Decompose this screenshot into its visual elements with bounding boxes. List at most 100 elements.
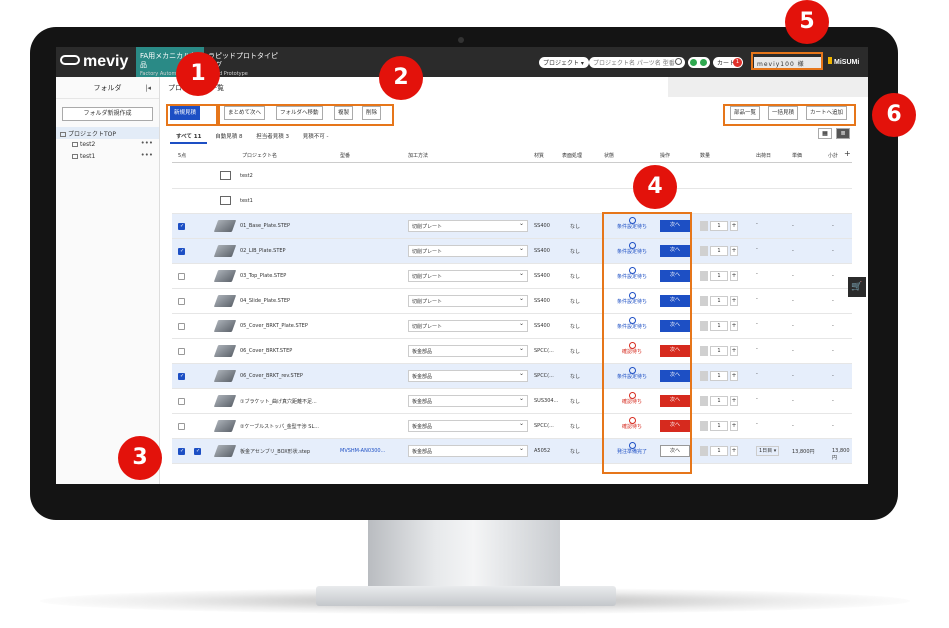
grid-view-icon[interactable]: ▦ xyxy=(818,128,832,139)
method-select[interactable]: 切削プレート xyxy=(408,270,528,282)
folder-row[interactable]: test2 xyxy=(172,164,852,189)
row-checkbox[interactable] xyxy=(178,298,185,305)
list-view-icon[interactable]: ≣ xyxy=(836,128,850,139)
table-row[interactable]: 03_Top_Plate.STEP切削プレートSS400なし条件設定待ち次へ1+… xyxy=(172,264,852,289)
part-thumbnail[interactable] xyxy=(213,445,237,457)
part-name[interactable]: ①ブラケット_曲げ真穴距離不足... xyxy=(240,398,317,405)
table-row[interactable]: 板金アセンブリ_BOX形状.step MVSHM-AN0300... 板金部品 A50… xyxy=(172,439,852,464)
part-number-link[interactable]: MVSHM-AN0300... xyxy=(340,448,385,454)
part-name[interactable]: 01_Base_Plate.STEP xyxy=(240,223,290,229)
tab-not-quotable[interactable]: 見積不可 - xyxy=(297,132,335,144)
select-all-checkbox[interactable]: 5点 xyxy=(178,152,186,159)
part-thumbnail[interactable] xyxy=(213,220,237,232)
table-row[interactable]: 05_Cover_BRKT_Plate.STEP切削プレートSS400なし条件設… xyxy=(172,314,852,339)
folder-name[interactable]: test1 xyxy=(240,198,253,204)
search-input[interactable]: プロジェクト名 パーツ名 型番 xyxy=(589,57,685,68)
method-select[interactable]: 板金部品 xyxy=(408,420,528,432)
part-thumbnail[interactable] xyxy=(213,345,237,357)
row-checkbox[interactable] xyxy=(178,273,185,280)
quantity-field[interactable]: 1 xyxy=(710,271,728,281)
search-icon[interactable] xyxy=(675,58,682,65)
column-part-no[interactable]: 型番 xyxy=(340,152,350,159)
meviy-logo[interactable]: meviy xyxy=(60,53,128,71)
quantity-field[interactable]: 1 xyxy=(710,396,728,406)
part-name[interactable]: 板金アセンブリ_BOX形状.step xyxy=(240,448,310,455)
table-row[interactable]: 06_Cover_BRKT.STEP板金部品SPCC(...なし確認待ち次へ1+… xyxy=(172,339,852,364)
column-surface[interactable]: 表面処理 xyxy=(562,152,582,159)
qty-increment[interactable]: + xyxy=(730,321,738,331)
qty-decrement[interactable] xyxy=(700,346,708,356)
row-checkbox[interactable] xyxy=(178,398,185,405)
tab-staff-quote[interactable]: 担当者見積 3 xyxy=(250,132,295,144)
qty-increment[interactable]: + xyxy=(730,246,738,256)
quantity-field[interactable]: 1 xyxy=(710,246,728,256)
qty-decrement[interactable] xyxy=(700,321,708,331)
quantity-field[interactable]: 1 xyxy=(710,371,728,381)
qty-decrement[interactable] xyxy=(700,271,708,281)
qty-increment[interactable]: + xyxy=(730,396,738,406)
column-status[interactable]: 状態 xyxy=(604,152,614,159)
quantity-field[interactable]: 1 xyxy=(710,221,728,231)
part-name[interactable]: ②ケーブルストッパ_金型干渉 SL... xyxy=(240,423,319,430)
table-row[interactable]: 02_LIB_Plate.STEP切削プレートSS400なし条件設定待ち次へ1+… xyxy=(172,239,852,264)
row-checkbox[interactable] xyxy=(178,248,185,255)
method-select[interactable]: 切削プレート xyxy=(408,220,528,232)
qty-increment[interactable]: + xyxy=(730,446,738,456)
table-row[interactable]: 06_Cover_BRKT_rev.STEP板金部品SPCC(...なし条件設定… xyxy=(172,364,852,389)
part-thumbnail[interactable] xyxy=(213,395,237,407)
column-name[interactable]: プロジェクト名 xyxy=(242,152,277,159)
mode-toggle[interactable] xyxy=(688,57,710,68)
row-checkbox[interactable] xyxy=(178,423,185,430)
part-name[interactable]: 06_Cover_BRKT_rev.STEP xyxy=(240,373,303,379)
quantity-field[interactable]: 1 xyxy=(710,346,728,356)
row-checkbox[interactable] xyxy=(178,223,185,230)
quantity-field[interactable]: 1 xyxy=(710,321,728,331)
qty-increment[interactable]: + xyxy=(730,346,738,356)
table-row[interactable]: ②ケーブルストッパ_金型干渉 SL...板金部品SPCC(...なし確認待ち次へ… xyxy=(172,414,852,439)
row-sub-checkbox[interactable] xyxy=(194,448,201,455)
sidebar-item-test2[interactable]: test2 ••• xyxy=(56,139,159,151)
qty-decrement[interactable] xyxy=(700,221,708,231)
ship-date[interactable]: 1日目 ▾ xyxy=(756,446,780,456)
sidebar-item-project-top[interactable]: プロジェクトTOP xyxy=(56,127,159,139)
column-material[interactable]: 材質 xyxy=(534,152,544,159)
table-row[interactable]: 04_Slide_Plate.STEP切削プレートSS400なし条件設定待ち次へ… xyxy=(172,289,852,314)
qty-decrement[interactable] xyxy=(700,296,708,306)
part-name[interactable]: 03_Top_Plate.STEP xyxy=(240,273,286,279)
search-scope-select[interactable]: プロジェクト ▾ xyxy=(539,57,589,68)
qty-decrement[interactable] xyxy=(700,446,708,456)
part-name[interactable]: 06_Cover_BRKT.STEP xyxy=(240,348,292,354)
part-thumbnail[interactable] xyxy=(213,295,237,307)
side-cart-icon[interactable]: 🛒 xyxy=(848,277,866,297)
part-name[interactable]: 05_Cover_BRKT_Plate.STEP xyxy=(240,323,308,329)
quantity-field[interactable]: 1 xyxy=(710,446,728,456)
row-checkbox[interactable] xyxy=(178,323,185,330)
method-select[interactable]: 切削プレート xyxy=(408,245,528,257)
new-folder-button[interactable]: フォルダ新規作成 xyxy=(62,107,153,121)
sidebar-item-test1[interactable]: test1 ••• xyxy=(56,151,159,163)
qty-decrement[interactable] xyxy=(700,396,708,406)
method-select[interactable]: 板金部品 xyxy=(408,445,528,457)
part-thumbnail[interactable] xyxy=(213,320,237,332)
column-method[interactable]: 加工方法 xyxy=(408,152,428,159)
qty-increment[interactable]: + xyxy=(730,271,738,281)
part-thumbnail[interactable] xyxy=(213,420,237,432)
method-select[interactable]: 板金部品 xyxy=(408,395,528,407)
collapse-sidebar-icon[interactable]: |◂ xyxy=(145,77,151,99)
tab-all[interactable]: すべて 11 xyxy=(170,132,208,144)
part-thumbnail[interactable] xyxy=(213,270,237,282)
table-row[interactable]: ①ブラケット_曲げ真穴距離不足...板金部品SUS304...なし確認待ち次へ1… xyxy=(172,389,852,414)
qty-increment[interactable]: + xyxy=(730,421,738,431)
tab-auto-quote[interactable]: 自動見積 8 xyxy=(209,132,248,144)
part-name[interactable]: 04_Slide_Plate.STEP xyxy=(240,298,290,304)
part-thumbnail[interactable] xyxy=(213,245,237,257)
add-column-icon[interactable]: + xyxy=(844,149,851,158)
row-checkbox[interactable] xyxy=(178,448,185,455)
quantity-field[interactable]: 1 xyxy=(710,421,728,431)
qty-decrement[interactable] xyxy=(700,421,708,431)
folder-name[interactable]: test2 xyxy=(240,173,253,179)
method-select[interactable]: 板金部品 xyxy=(408,370,528,382)
qty-increment[interactable]: + xyxy=(730,221,738,231)
qty-increment[interactable]: + xyxy=(730,296,738,306)
qty-increment[interactable]: + xyxy=(730,371,738,381)
